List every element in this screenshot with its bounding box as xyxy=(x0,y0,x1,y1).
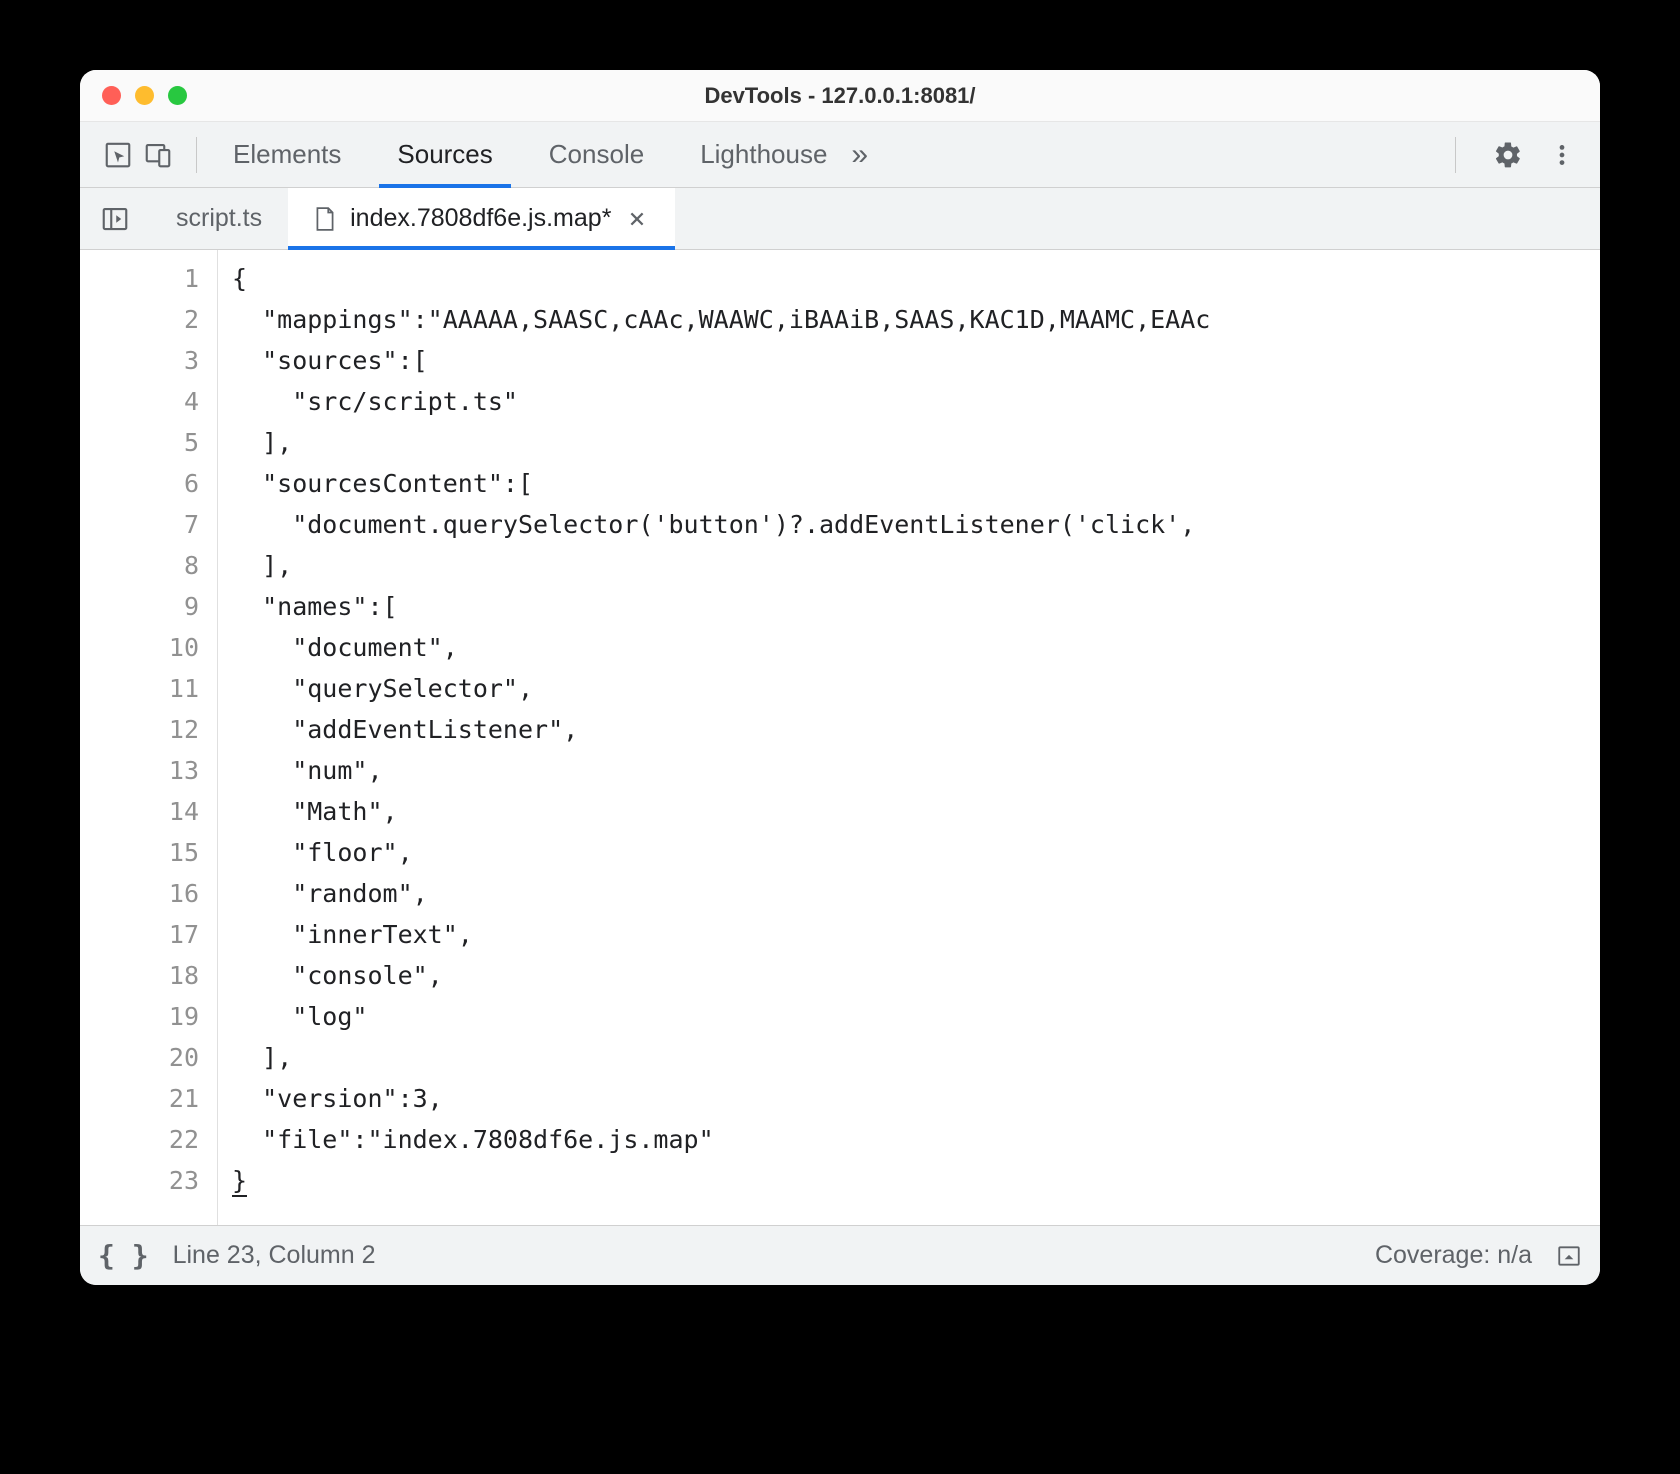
tab-elements[interactable]: Elements xyxy=(233,122,341,187)
line-number: 10 xyxy=(80,627,217,668)
line-number: 22 xyxy=(80,1119,217,1160)
window-title: DevTools - 127.0.0.1:8081/ xyxy=(704,83,975,109)
titlebar: DevTools - 127.0.0.1:8081/ xyxy=(80,70,1600,122)
line-number: 3 xyxy=(80,340,217,381)
code-line[interactable]: "log" xyxy=(232,996,1600,1037)
file-tab-label: script.ts xyxy=(176,204,262,233)
main-toolbar: Elements Sources Console Lighthouse » xyxy=(80,122,1600,188)
code-editor[interactable]: 1234567891011121314151617181920212223 { … xyxy=(80,250,1600,1225)
code-line[interactable]: ], xyxy=(232,422,1600,463)
minimize-window-button[interactable] xyxy=(135,86,154,105)
code-line[interactable]: "random", xyxy=(232,873,1600,914)
code-line[interactable]: "mappings":"AAAAA,SAASC,cAAc,WAAWC,iBAAi… xyxy=(232,299,1600,340)
line-number: 8 xyxy=(80,545,217,586)
line-number: 23 xyxy=(80,1160,217,1201)
code-line[interactable]: "floor", xyxy=(232,832,1600,873)
close-window-button[interactable] xyxy=(102,86,121,105)
code-line[interactable]: "version":3, xyxy=(232,1078,1600,1119)
line-number: 14 xyxy=(80,791,217,832)
file-tab-script-ts[interactable]: script.ts xyxy=(150,188,288,249)
line-number: 17 xyxy=(80,914,217,955)
code-line[interactable]: "console", xyxy=(232,955,1600,996)
toolbar-separator xyxy=(1455,137,1456,173)
device-toolbar-icon[interactable] xyxy=(138,135,178,175)
tab-console[interactable]: Console xyxy=(549,122,644,187)
code-line[interactable]: "num", xyxy=(232,750,1600,791)
file-tab-index-map[interactable]: index.7808df6e.js.map* xyxy=(288,188,675,249)
line-number: 13 xyxy=(80,750,217,791)
file-tabs: script.ts index.7808df6e.js.map* xyxy=(80,188,1600,250)
line-number: 15 xyxy=(80,832,217,873)
code-line[interactable]: "file":"index.7808df6e.js.map" xyxy=(232,1119,1600,1160)
pretty-print-icon[interactable]: { } xyxy=(98,1239,149,1272)
line-number: 1 xyxy=(80,258,217,299)
line-number: 20 xyxy=(80,1037,217,1078)
line-gutter: 1234567891011121314151617181920212223 xyxy=(80,250,218,1225)
close-tab-icon[interactable] xyxy=(625,207,649,231)
code-line[interactable]: "Math", xyxy=(232,791,1600,832)
coverage-status: Coverage: n/a xyxy=(1375,1241,1532,1270)
line-number: 7 xyxy=(80,504,217,545)
line-number: 16 xyxy=(80,873,217,914)
code-line[interactable]: "sources":[ xyxy=(232,340,1600,381)
code-line[interactable]: { xyxy=(232,258,1600,299)
code-line[interactable]: "addEventListener", xyxy=(232,709,1600,750)
line-number: 19 xyxy=(80,996,217,1037)
file-tab-label: index.7808df6e.js.map* xyxy=(350,204,611,233)
tab-sources[interactable]: Sources xyxy=(397,122,492,187)
tab-lighthouse[interactable]: Lighthouse xyxy=(700,122,827,187)
window-controls xyxy=(102,86,187,105)
line-number: 18 xyxy=(80,955,217,996)
code-line[interactable]: "src/script.ts" xyxy=(232,381,1600,422)
code-line[interactable]: "names":[ xyxy=(232,586,1600,627)
line-number: 12 xyxy=(80,709,217,750)
line-number: 11 xyxy=(80,668,217,709)
status-bar: { } Line 23, Column 2 Coverage: n/a xyxy=(80,1225,1600,1285)
code-line[interactable]: ], xyxy=(232,1037,1600,1078)
line-number: 6 xyxy=(80,463,217,504)
code-line[interactable]: "document.querySelector('button')?.addEv… xyxy=(232,504,1600,545)
inspect-element-icon[interactable] xyxy=(98,135,138,175)
more-tabs-icon[interactable]: » xyxy=(851,138,868,172)
settings-gear-icon[interactable] xyxy=(1488,135,1528,175)
cursor-position: Line 23, Column 2 xyxy=(173,1241,376,1270)
line-number: 9 xyxy=(80,586,217,627)
line-number: 4 xyxy=(80,381,217,422)
toolbar-separator xyxy=(196,137,197,173)
maximize-window-button[interactable] xyxy=(168,86,187,105)
line-number: 21 xyxy=(80,1078,217,1119)
panel-tabs: Elements Sources Console Lighthouse xyxy=(233,122,827,187)
navigator-toggle-icon[interactable] xyxy=(80,188,150,249)
code-content[interactable]: { "mappings":"AAAAA,SAASC,cAAc,WAAWC,iBA… xyxy=(218,250,1600,1225)
code-line[interactable]: ], xyxy=(232,545,1600,586)
file-icon xyxy=(314,206,336,232)
devtools-window: DevTools - 127.0.0.1:8081/ Elements Sour… xyxy=(80,70,1600,1285)
line-number: 5 xyxy=(80,422,217,463)
code-line[interactable]: "sourcesContent":[ xyxy=(232,463,1600,504)
drawer-toggle-icon[interactable] xyxy=(1556,1243,1582,1269)
code-line[interactable]: "innerText", xyxy=(232,914,1600,955)
line-number: 2 xyxy=(80,299,217,340)
kebab-menu-icon[interactable] xyxy=(1542,135,1582,175)
code-line[interactable]: "querySelector", xyxy=(232,668,1600,709)
code-line[interactable]: "document", xyxy=(232,627,1600,668)
code-line[interactable]: } xyxy=(232,1160,1600,1201)
